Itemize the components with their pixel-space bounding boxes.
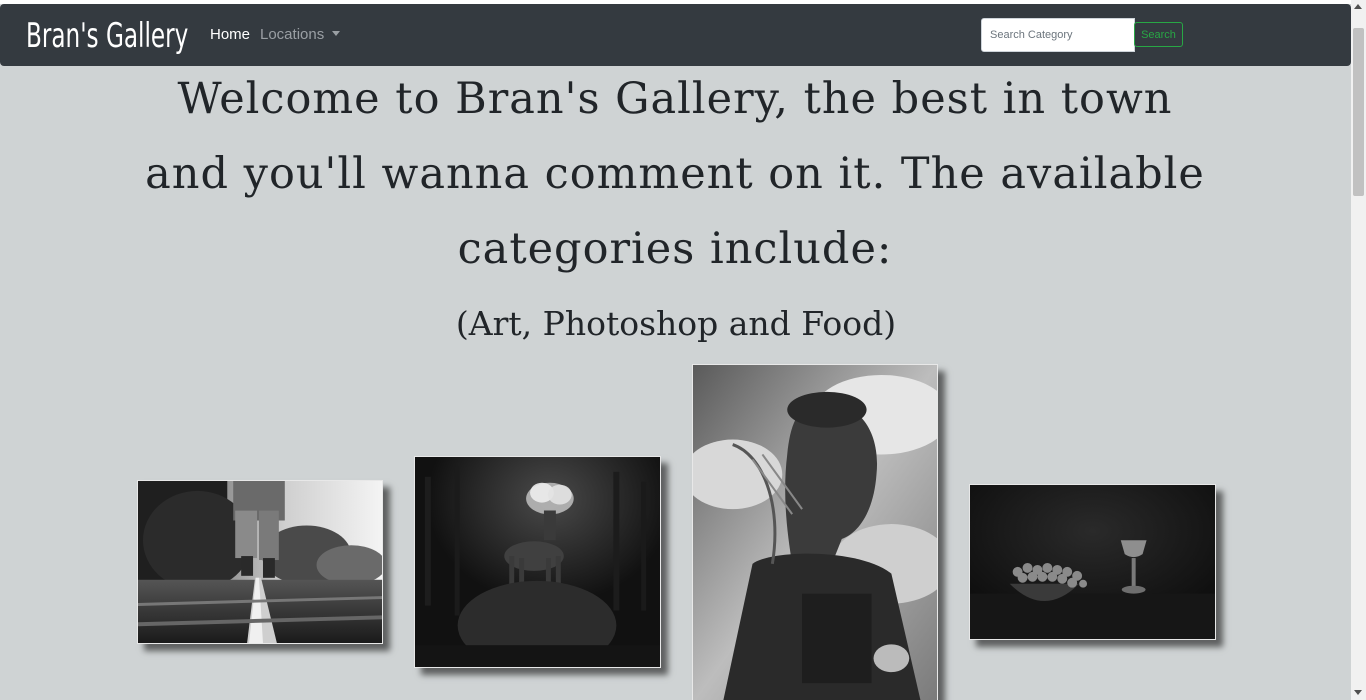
railway-walker-photo — [138, 481, 382, 643]
scroll-up-arrow-icon[interactable] — [1354, 4, 1362, 9]
scrollbar-thumb[interactable] — [1353, 28, 1364, 196]
welcome-heading: Welcome to Bran's Gallery, the best in t… — [145, 74, 1205, 274]
search-button[interactable]: Search — [1134, 22, 1183, 47]
nav-locations-label: Locations — [260, 26, 325, 43]
page-body: Bran's Gallery Home Locations Search Wel… — [0, 4, 1351, 700]
stag-with-smoke-antlers-photo — [415, 457, 660, 667]
gallery-image-railway[interactable] — [137, 480, 383, 644]
nav-home-link[interactable]: Home — [210, 26, 250, 43]
brand-logo[interactable]: Bran's Gallery — [26, 16, 188, 56]
page-scrollbar[interactable] — [1351, 0, 1366, 700]
search-category-input[interactable] — [981, 18, 1135, 52]
scroll-down-arrow-icon[interactable] — [1354, 690, 1362, 695]
gallery-image-double-exposure[interactable] — [692, 364, 938, 700]
grapes-still-life-photo — [970, 485, 1215, 639]
navbar: Bran's Gallery Home Locations Search — [0, 4, 1351, 66]
gallery-image-stag[interactable] — [414, 456, 661, 668]
double-exposure-man-photo — [693, 365, 937, 700]
gallery-image-still-life[interactable] — [969, 484, 1216, 640]
caret-down-icon — [332, 31, 341, 36]
nav-locations-dropdown[interactable]: Locations — [260, 26, 341, 43]
categories-subheading: (Art, Photoshop and Food) — [455, 304, 897, 343]
